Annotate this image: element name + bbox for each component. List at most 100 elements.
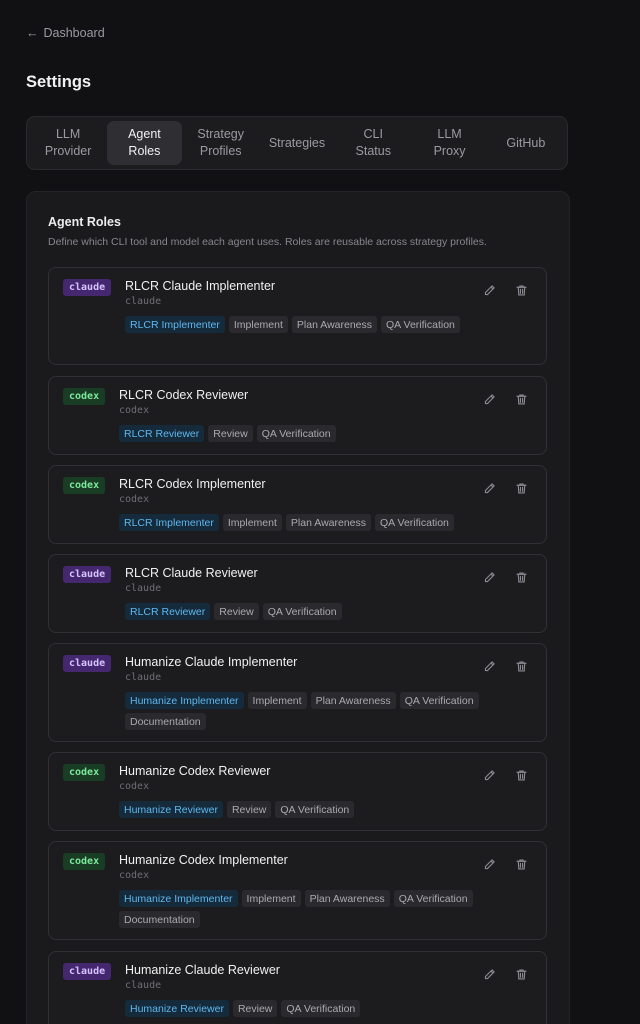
role-preset-tag: Humanize Reviewer [119,801,223,818]
role-card: claude Humanize Claude Reviewer claude Huma… [48,951,547,1024]
delete-role-button[interactable] [513,480,529,496]
panel-description: Define which CLI tool and model each age… [48,236,487,248]
edit-role-button[interactable] [481,391,497,407]
back-link-label: Dashboard [43,26,105,40]
tab-llm-provider[interactable]: LLM Provider [31,121,105,165]
tool-badge: codex [63,764,106,781]
role-cli-tool: claude [125,583,162,594]
role-preset-tag: RLCR Implementer [119,514,219,531]
role-cli-tool: claude [125,672,162,683]
capability-tag: QA Verification [256,425,336,442]
trash-icon [515,393,528,406]
arrow-left-icon: ← [26,26,39,40]
capability-tag: QA Verification [381,316,460,333]
pencil-icon [483,660,496,673]
capability-tag: Documentation [125,713,206,730]
delete-role-button[interactable] [513,767,529,783]
role-cli-tool: codex [119,405,150,416]
role-tag-list: RLCR Implementer Implement Plan Awareness Q… [119,514,534,531]
tab-agent-roles[interactable]: Agent Roles [107,121,182,165]
tab-llm-proxy[interactable]: LLM Proxy [412,121,486,165]
back-to-dashboard-link[interactable]: ← Dashboard [26,26,105,40]
role-preset-tag: Humanize Reviewer [125,1000,229,1017]
capability-tag: Review [208,425,253,442]
role-preset-tag: RLCR Reviewer [125,603,211,620]
settings-page: ← Dashboard Settings LLM Provider Agent … [0,0,640,1024]
capability-tag: Plan Awareness [285,514,372,531]
tool-badge: codex [63,388,106,405]
role-name: Humanize Codex Implementer [119,853,288,867]
role-preset-tag: RLCR Reviewer [119,425,205,442]
role-name: Humanize Claude Implementer [125,655,298,669]
role-cli-tool: codex [119,781,150,792]
trash-icon [515,571,528,584]
role-name: RLCR Claude Implementer [125,279,276,293]
trash-icon [515,660,528,673]
delete-role-button[interactable] [513,966,529,982]
role-card: claude RLCR Claude Reviewer claude RLCR Rev… [48,554,547,633]
role-preset-tag: Humanize Implementer [125,692,244,709]
delete-role-button[interactable] [513,282,529,298]
role-name: RLCR Codex Reviewer [119,388,249,402]
delete-role-button[interactable] [513,658,529,674]
tool-badge: claude [63,566,112,583]
edit-role-button[interactable] [481,767,497,783]
tab-cli-status[interactable]: CLI Status [336,121,410,165]
tab-strategy-profiles[interactable]: Strategy Profiles [184,121,258,165]
tool-badge: claude [63,963,112,980]
edit-role-button[interactable] [481,966,497,982]
tab-strategies[interactable]: Strategies [260,121,334,165]
trash-icon [515,858,528,871]
capability-tag: Implement [222,514,282,531]
role-preset-tag: RLCR Implementer [125,316,225,333]
edit-role-button[interactable] [481,480,497,496]
role-card: codex RLCR Codex Implementer codex RLCR Imp… [48,465,547,544]
trash-icon [515,284,528,297]
role-tag-list: Humanize Reviewer Review QA Verification [119,801,534,818]
edit-role-button[interactable] [481,856,497,872]
role-tag-list: Humanize Implementer Implement Plan Awaren… [119,890,534,928]
role-card: claude Humanize Claude Implementer claude H… [48,643,547,742]
pencil-icon [483,858,496,871]
edit-role-button[interactable] [481,569,497,585]
role-name: Humanize Codex Reviewer [119,764,271,778]
capability-tag: Review [232,1000,278,1017]
role-name: RLCR Codex Implementer [119,477,266,491]
edit-role-button[interactable] [481,658,497,674]
delete-role-button[interactable] [513,856,529,872]
capability-tag: Plan Awareness [291,316,378,333]
capability-tag: QA Verification [262,603,342,620]
pencil-icon [483,284,496,297]
capability-tag: QA Verification [393,890,473,907]
delete-role-button[interactable] [513,569,529,585]
tool-badge: codex [63,853,106,870]
agent-roles-panel: Agent Roles Define which CLI tool and mo… [26,191,570,1024]
role-tag-list: Humanize Reviewer Review QA Verification [125,1000,534,1017]
capability-tag: Implement [247,692,307,709]
tool-badge: claude [63,279,112,296]
trash-icon [515,482,528,495]
capability-tag: Implement [228,316,288,333]
panel-title: Agent Roles [48,215,121,229]
pencil-icon [483,571,496,584]
edit-role-button[interactable] [481,282,497,298]
capability-tag: Review [226,801,272,818]
tab-github[interactable]: GitHub [489,121,563,165]
settings-tabs: LLM Provider Agent Roles Strategy Profil… [26,116,568,170]
capability-tag: QA Verification [375,514,454,531]
capability-tag: Review [214,603,259,620]
role-card: codex RLCR Codex Reviewer codex RLCR Review… [48,376,547,455]
role-tag-list: RLCR Reviewer Review QA Verification [119,425,534,442]
role-name: RLCR Claude Reviewer [125,566,258,580]
role-tag-list: RLCR Implementer Implement Plan Awareness Q… [125,316,534,333]
role-card: claude RLCR Claude Implementer claude RLCR … [48,267,547,365]
page-title: Settings [26,73,92,91]
capability-tag: QA Verification [281,1000,361,1017]
role-cli-tool: claude [125,296,162,307]
trash-icon [515,968,528,981]
role-card: codex Humanize Codex Implementer codex Huma… [48,841,547,940]
tool-badge: codex [63,477,106,494]
capability-tag: Plan Awareness [310,692,396,709]
role-tag-list: RLCR Reviewer Review QA Verification [125,603,534,620]
delete-role-button[interactable] [513,391,529,407]
